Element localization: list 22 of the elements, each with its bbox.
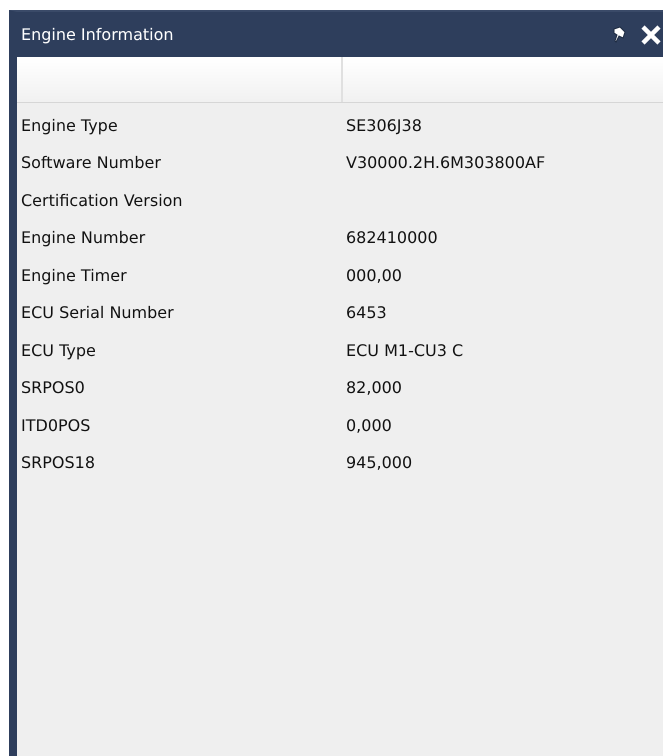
property-value: 6453 — [346, 302, 387, 324]
property-label: Certification Version — [20, 190, 184, 212]
property-value: 945,000 — [346, 452, 412, 474]
property-value: ECU M1-CU3 C — [346, 340, 464, 362]
property-label: Software Number — [20, 152, 162, 174]
property-label: SRPOS18 — [20, 452, 96, 474]
property-value: 82,000 — [346, 377, 402, 400]
property-label: Engine Number — [20, 227, 146, 250]
property-value: 000,00 — [346, 264, 402, 287]
property-label: ECU Serial Number — [20, 302, 175, 324]
property-value: V30000.2H.6M303800AF — [346, 152, 546, 174]
property-value: 0,000 — [346, 414, 392, 437]
property-value: 682410000 — [346, 227, 438, 250]
property-value: SE306J38 — [346, 114, 422, 137]
property-label: Engine Timer — [20, 264, 128, 287]
property-label: Engine Type — [20, 114, 119, 137]
pin-icon[interactable] — [611, 26, 627, 44]
property-label: SRPOS0 — [20, 377, 86, 400]
property-label: ECU Type — [20, 340, 97, 362]
window-title: Engine Information — [21, 24, 175, 46]
close-icon[interactable] — [641, 24, 661, 44]
property-label: ITD0POS — [20, 414, 92, 437]
